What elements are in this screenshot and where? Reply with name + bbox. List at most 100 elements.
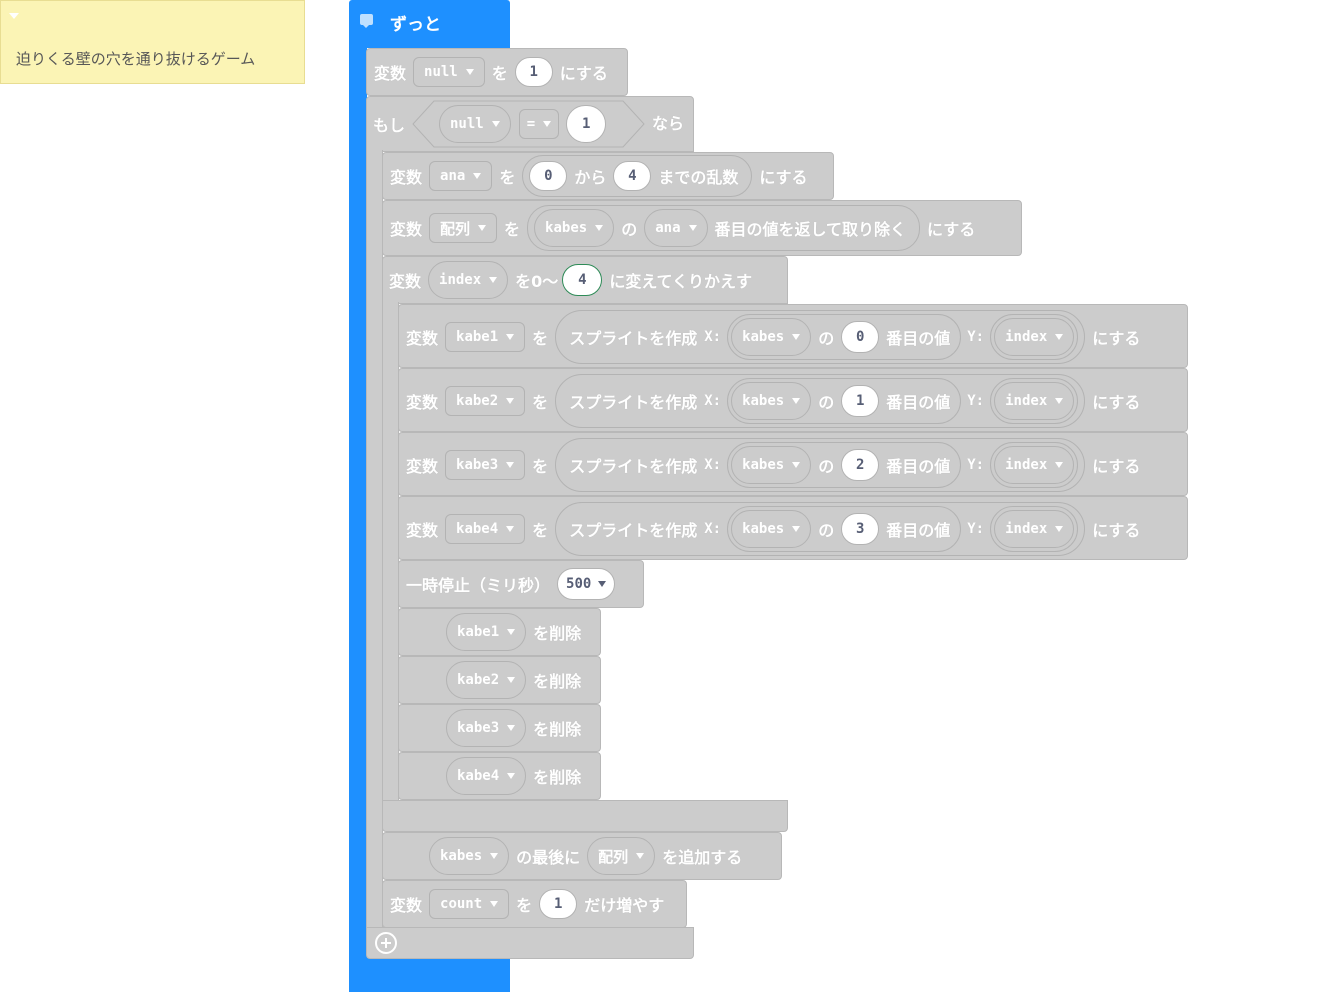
variable-dropdown[interactable]: count bbox=[429, 889, 510, 919]
chevron-down-icon bbox=[1055, 526, 1064, 532]
variable-dropdown[interactable]: 配列 bbox=[429, 213, 498, 243]
chevron-down-icon bbox=[543, 121, 552, 127]
chevron-down-icon bbox=[507, 725, 516, 731]
pause-duration-dropdown[interactable]: 500 bbox=[557, 568, 616, 600]
list-dropdown[interactable]: kabes bbox=[731, 318, 812, 356]
variable-dropdown[interactable]: index bbox=[994, 382, 1075, 420]
chevron-down-icon bbox=[1055, 334, 1064, 340]
number-input[interactable]: 4 bbox=[613, 161, 652, 191]
variable-dropdown[interactable]: null bbox=[439, 105, 511, 143]
chevron-down-icon bbox=[595, 225, 604, 231]
change-variable-block[interactable]: 変数 count を 1 だけ増やす bbox=[382, 880, 687, 928]
variable-dropdown[interactable]: kabe4 bbox=[445, 514, 526, 544]
chevron-down-icon bbox=[507, 677, 516, 683]
chevron-down-icon bbox=[491, 121, 500, 127]
chevron-down-icon bbox=[506, 398, 515, 404]
chevron-down-icon bbox=[465, 69, 474, 75]
set-sprite-variable-block[interactable]: 変数 kabe4 を スプライトを作成 X: kabes の 3 番目の値 Y:… bbox=[398, 496, 1188, 560]
sprite-variable-dropdown[interactable]: kabe1 bbox=[446, 613, 527, 651]
list-dropdown[interactable]: kabes bbox=[731, 382, 812, 420]
create-sprite-reporter[interactable]: スプライトを作成 X: kabes の 3 番目の値 Y: index bbox=[555, 502, 1086, 556]
for-loop-arm bbox=[382, 302, 399, 802]
if-block-bottom bbox=[366, 927, 694, 959]
loop-variable-dropdown[interactable]: index bbox=[428, 261, 509, 299]
variable-dropdown[interactable]: 配列 bbox=[587, 837, 656, 875]
set-variable-block[interactable]: 変数 ana を 0 から 4 までの乱数 にする bbox=[382, 152, 834, 200]
chevron-down-icon bbox=[490, 901, 499, 907]
list-dropdown[interactable]: kabes bbox=[731, 510, 812, 548]
create-sprite-reporter[interactable]: スプライトを作成 X: kabes の 0 番目の値 Y: index bbox=[555, 310, 1086, 364]
number-input[interactable]: 1 bbox=[566, 105, 607, 143]
variable-dropdown[interactable]: ana bbox=[429, 161, 493, 191]
add-else-plus-icon[interactable] bbox=[375, 932, 397, 954]
then-label: なら bbox=[652, 114, 685, 133]
number-input[interactable]: 0 bbox=[529, 161, 568, 191]
list-get-reporter[interactable]: kabes の 3 番目の値 bbox=[727, 506, 962, 552]
sprite-variable-dropdown[interactable]: kabe4 bbox=[446, 757, 527, 795]
chevron-down-icon bbox=[478, 225, 487, 231]
chevron-down-icon bbox=[507, 629, 516, 635]
chevron-down-icon bbox=[792, 398, 801, 404]
number-input[interactable]: 3 bbox=[841, 513, 880, 545]
variable-dropdown[interactable]: index bbox=[994, 446, 1075, 484]
forever-block-bottom bbox=[349, 958, 510, 992]
comment-text[interactable]: 迫りくる壁の穴を通り抜けるゲーム bbox=[16, 48, 255, 69]
remove-at-reporter[interactable]: kabes の ana 番目の値を返して取り除く bbox=[527, 205, 921, 251]
chevron-down-icon bbox=[507, 773, 516, 779]
forever-block[interactable]: ずっと bbox=[349, 0, 510, 48]
operator-dropdown[interactable]: = bbox=[518, 109, 560, 139]
pause-block[interactable]: 一時停止（ミリ秒） 500 bbox=[398, 560, 644, 608]
variable-dropdown[interactable]: index bbox=[994, 318, 1075, 356]
variable-dropdown[interactable]: kabe2 bbox=[445, 386, 526, 416]
delete-sprite-block[interactable]: kabe1 を削除 bbox=[398, 608, 601, 656]
for-loop-bottom bbox=[382, 800, 788, 832]
variable-dropdown[interactable]: kabe3 bbox=[445, 450, 526, 480]
delete-sprite-block[interactable]: kabe3 を削除 bbox=[398, 704, 601, 752]
create-sprite-reporter[interactable]: スプライトを作成 X: kabes の 2 番目の値 Y: index bbox=[555, 438, 1086, 492]
chevron-down-icon[interactable] bbox=[9, 13, 19, 19]
delete-sprite-block[interactable]: kabe4 を削除 bbox=[398, 752, 601, 800]
set-variable-block[interactable]: 変数 配列 を kabes の ana 番目の値を返して取り除く にする bbox=[382, 200, 1022, 256]
chevron-down-icon bbox=[636, 853, 645, 859]
chevron-down-icon bbox=[489, 277, 498, 283]
chevron-down-icon bbox=[490, 853, 499, 859]
variable-dropdown[interactable]: null bbox=[413, 57, 485, 87]
number-input[interactable]: 4 bbox=[562, 264, 603, 296]
number-input[interactable]: 2 bbox=[841, 449, 880, 481]
list-push-block[interactable]: kabes の最後に 配列 を追加する bbox=[382, 832, 782, 880]
chevron-down-icon bbox=[506, 526, 515, 532]
number-input[interactable]: 0 bbox=[841, 321, 880, 353]
set-sprite-variable-block[interactable]: 変数 kabe1 を スプライトを作成 X: kabes の 0 番目の値 Y:… bbox=[398, 304, 1188, 368]
set-variable-block[interactable]: 変数 null を 1 にする bbox=[366, 48, 628, 96]
sprite-variable-dropdown[interactable]: kabe3 bbox=[446, 709, 527, 747]
variable-dropdown[interactable]: index bbox=[994, 510, 1075, 548]
chevron-down-icon bbox=[506, 462, 515, 468]
number-input[interactable]: 1 bbox=[514, 57, 553, 87]
delete-sprite-block[interactable]: kabe2 を削除 bbox=[398, 656, 601, 704]
list-get-reporter[interactable]: kabes の 0 番目の値 bbox=[727, 314, 962, 360]
chevron-down-icon bbox=[1055, 462, 1064, 468]
list-dropdown[interactable]: kabes bbox=[429, 837, 510, 875]
comment-icon[interactable] bbox=[360, 14, 373, 28]
set-sprite-variable-block[interactable]: 変数 kabe3 を スプライトを作成 X: kabes の 2 番目の値 Y:… bbox=[398, 432, 1188, 496]
chevron-down-icon bbox=[1055, 398, 1064, 404]
forever-label: ずっと bbox=[390, 15, 441, 35]
variable-label: 変数 bbox=[374, 64, 407, 83]
list-dropdown[interactable]: kabes bbox=[731, 446, 812, 484]
set-sprite-variable-block[interactable]: 変数 kabe2 を スプライトを作成 X: kabes の 1 番目の値 Y:… bbox=[398, 368, 1188, 432]
variable-dropdown[interactable]: kabe1 bbox=[445, 322, 526, 352]
if-block-arm bbox=[366, 150, 383, 930]
random-range-reporter[interactable]: 0 から 4 までの乱数 bbox=[522, 155, 753, 197]
variable-dropdown[interactable]: ana bbox=[644, 209, 708, 247]
number-input[interactable]: 1 bbox=[841, 385, 880, 417]
create-sprite-reporter[interactable]: スプライトを作成 X: kabes の 1 番目の値 Y: index bbox=[555, 374, 1086, 428]
list-get-reporter[interactable]: kabes の 1 番目の値 bbox=[727, 378, 962, 424]
sprite-variable-dropdown[interactable]: kabe2 bbox=[446, 661, 527, 699]
list-get-reporter[interactable]: kabes の 2 番目の値 bbox=[727, 442, 962, 488]
forever-block-side bbox=[349, 40, 367, 965]
workspace-comment[interactable]: 迫りくる壁の穴を通り抜けるゲーム bbox=[0, 0, 305, 84]
number-input[interactable]: 1 bbox=[539, 889, 578, 919]
if-label: もし bbox=[373, 116, 406, 135]
chevron-down-icon bbox=[792, 462, 801, 468]
list-dropdown[interactable]: kabes bbox=[534, 209, 615, 247]
